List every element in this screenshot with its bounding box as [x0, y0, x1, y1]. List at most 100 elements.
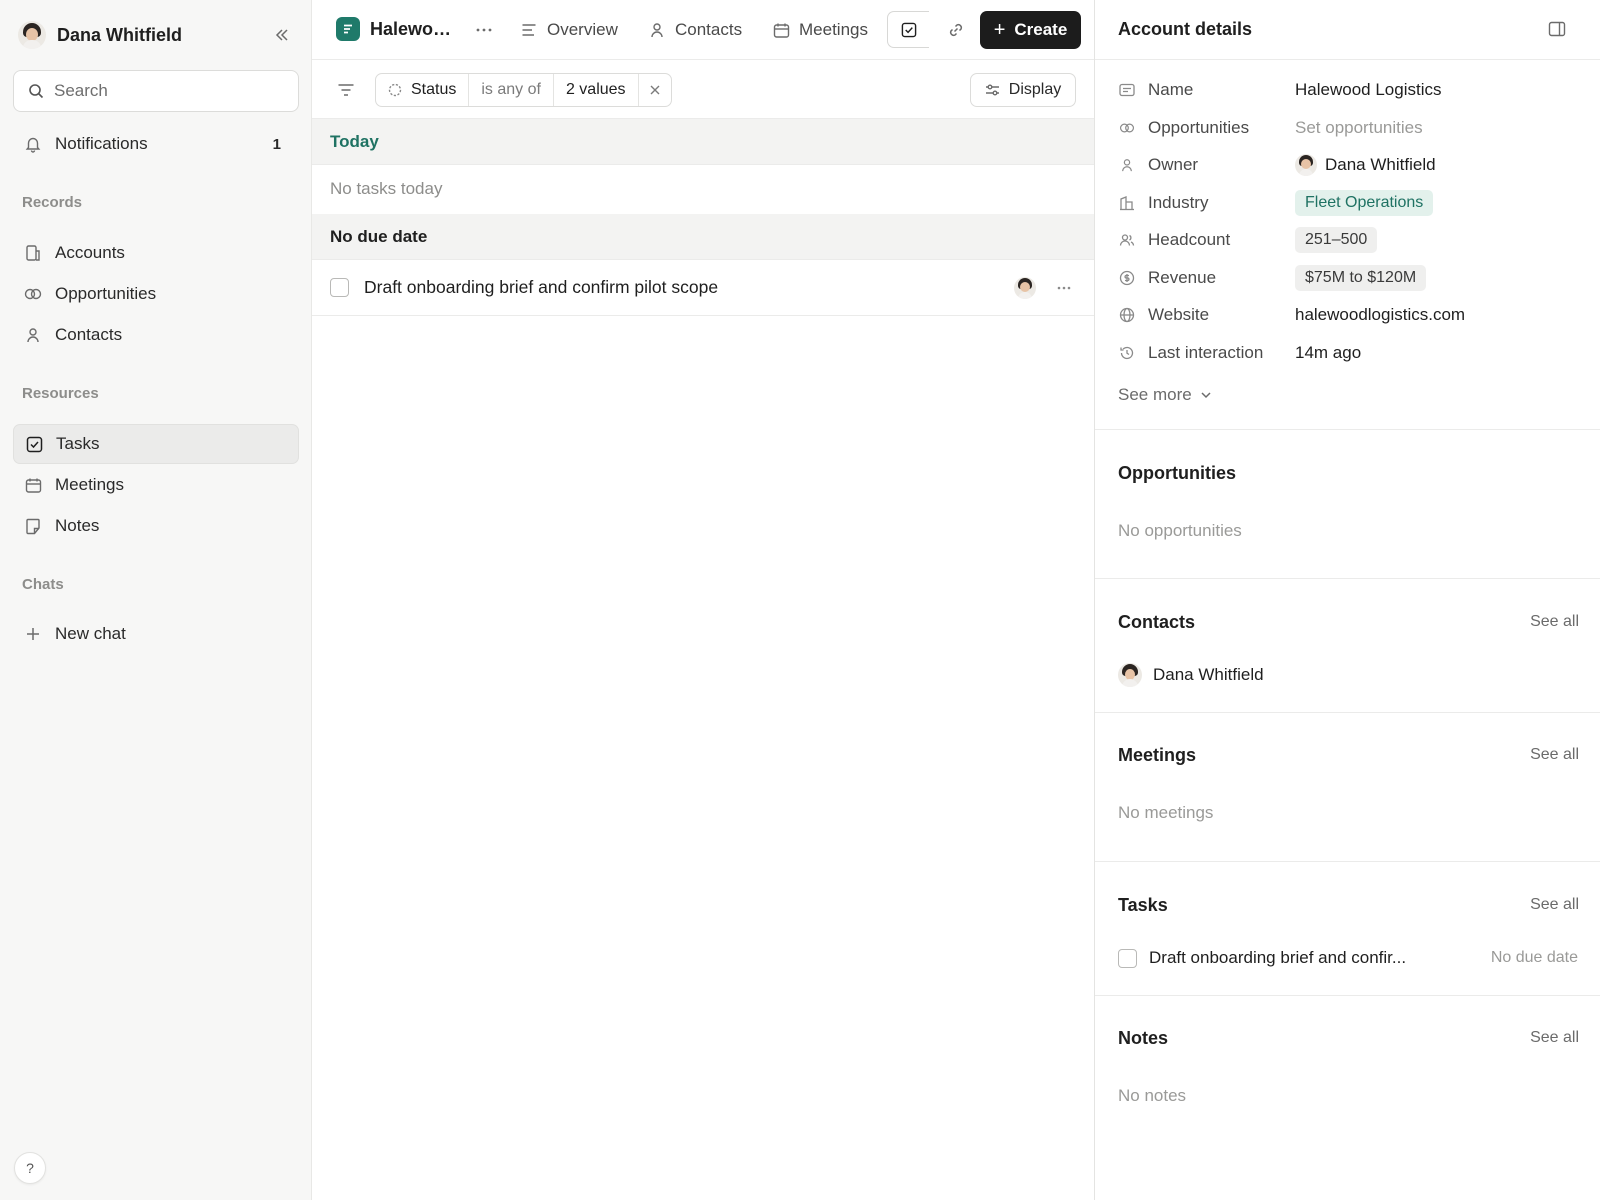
owner-avatar — [1295, 154, 1317, 176]
contact-item[interactable]: Dana Whitfield — [1118, 663, 1264, 687]
tab-tasks[interactable] — [887, 11, 929, 48]
task-checkbox[interactable] — [330, 278, 349, 297]
task-due-date: No due date — [1490, 949, 1578, 966]
group-header-today[interactable]: Today — [312, 119, 1094, 165]
task-checkbox[interactable] — [1118, 948, 1137, 968]
section-opportunities: Opportunities No opportunities — [1095, 429, 1600, 578]
search-field[interactable] — [13, 70, 299, 112]
sidebar-item-tasks[interactable]: Tasks — [13, 424, 299, 464]
chevron-down-icon — [1199, 388, 1213, 402]
link-icon[interactable] — [944, 18, 968, 42]
see-all-notes-link[interactable]: See all — [1530, 1029, 1579, 1047]
create-button[interactable]: + Create — [980, 11, 1081, 49]
sidebar-item-opportunities[interactable]: Opportunities — [13, 274, 299, 314]
plus-icon — [23, 624, 43, 644]
status-dashed-circle-icon — [388, 83, 402, 97]
property-last-interaction[interactable]: Last interaction 14m ago — [1118, 338, 1578, 368]
panel-task-row[interactable]: Draft onboarding brief and confir... No … — [1118, 948, 1578, 968]
property-owner[interactable]: Owner Dana Whitfield — [1118, 150, 1578, 180]
collapse-sidebar-icon[interactable] — [270, 23, 294, 47]
contact-name: Dana Whitfield — [1153, 665, 1264, 684]
property-label: Headcount — [1148, 230, 1231, 249]
user-avatar — [18, 21, 46, 49]
filter-operator[interactable]: is any of — [469, 74, 554, 106]
tab-meetings[interactable]: Meetings — [772, 14, 868, 46]
task-title[interactable]: Draft onboarding brief and confir... — [1149, 948, 1491, 968]
people-icon — [1118, 231, 1136, 249]
property-revenue[interactable]: Revenue $75M to $120M — [1118, 263, 1578, 293]
section-notes: Notes See all No notes — [1095, 995, 1600, 1200]
property-label: Name — [1148, 80, 1194, 99]
sidebar-item-notes[interactable]: Notes — [13, 506, 299, 546]
filter-icon[interactable] — [336, 80, 356, 100]
account-chip[interactable]: Halewoo... — [336, 17, 456, 41]
notification-count-badge: 1 — [272, 135, 281, 153]
sidebar-item-notifications[interactable]: Notifications 1 — [13, 124, 299, 164]
main-content: Halewoo... Overview Contacts Meetings + … — [312, 0, 1094, 1200]
task-row[interactable]: Draft onboarding brief and confirm pilot… — [312, 260, 1094, 316]
website-link[interactable]: halewoodlogistics.com — [1295, 305, 1465, 325]
property-opportunities[interactable]: Opportunities Set opportunities — [1118, 113, 1578, 143]
filter-field-label: Status — [411, 81, 457, 98]
property-website[interactable]: Website halewoodlogistics.com — [1118, 300, 1578, 330]
account-logo-icon — [336, 17, 360, 41]
property-label: Industry — [1148, 193, 1209, 212]
sidebar-item-contacts[interactable]: Contacts — [13, 315, 299, 355]
section-title: Contacts — [1118, 612, 1196, 632]
tab-label: Overview — [547, 20, 618, 39]
account-name: Halewoo... — [370, 18, 456, 39]
more-options-icon[interactable] — [472, 18, 496, 42]
see-more-label: See more — [1118, 385, 1192, 404]
building-icon — [23, 243, 43, 263]
sidebar-item-meetings[interactable]: Meetings — [13, 465, 299, 505]
assignee-avatar[interactable] — [1014, 276, 1036, 299]
checkbox-icon — [901, 22, 917, 38]
section-label-resources: Resources — [22, 385, 99, 402]
section-label-chats: Chats — [22, 576, 64, 593]
task-title[interactable]: Draft onboarding brief and confirm pilot… — [364, 277, 1014, 298]
search-input[interactable] — [54, 81, 274, 101]
help-button[interactable]: ? — [14, 1152, 46, 1184]
section-title: Notes — [1118, 1028, 1169, 1048]
property-label: Opportunities — [1148, 118, 1250, 137]
see-all-tasks-link[interactable]: See all — [1530, 896, 1579, 914]
property-value: 14m ago — [1295, 343, 1362, 362]
section-meetings: Meetings See all No meetings — [1095, 712, 1600, 861]
globe-icon — [1118, 306, 1136, 324]
tab-contacts[interactable]: Contacts — [648, 14, 742, 46]
property-headcount[interactable]: Headcount 251–500 — [1118, 225, 1578, 255]
section-label-records: Records — [22, 194, 83, 211]
revenue-tag: $75M to $120M — [1295, 265, 1427, 291]
calendar-icon — [23, 475, 43, 495]
lines-icon — [520, 21, 538, 39]
see-all-meetings-link[interactable]: See all — [1530, 746, 1579, 764]
property-label: Owner — [1148, 155, 1199, 174]
see-more-button[interactable]: See more — [1118, 385, 1213, 405]
filter-field[interactable]: Status — [376, 74, 470, 106]
empty-state: No notes — [1118, 1086, 1187, 1105]
toggle-panel-icon[interactable] — [1546, 18, 1568, 40]
group-header-no-due-date[interactable]: No due date — [312, 214, 1094, 260]
new-chat-button[interactable]: New chat — [13, 614, 299, 654]
property-label: Revenue — [1148, 268, 1217, 287]
sidebar-item-accounts[interactable]: Accounts — [13, 233, 299, 273]
links-icon — [1118, 119, 1136, 137]
tab-overview[interactable]: Overview — [520, 14, 618, 46]
filter-value[interactable]: 2 values — [554, 74, 639, 106]
empty-state-today: No tasks today — [330, 179, 443, 198]
tab-label: Contacts — [675, 20, 743, 39]
owner-name: Dana Whitfield — [1325, 155, 1436, 174]
remove-filter-button[interactable] — [639, 74, 671, 106]
display-button[interactable]: Display — [970, 73, 1076, 107]
property-label: Website — [1148, 305, 1210, 324]
sidebar-item-label: Tasks — [56, 434, 100, 453]
see-all-contacts-link[interactable]: See all — [1530, 613, 1579, 631]
property-name[interactable]: Name Halewood Logistics — [1118, 75, 1578, 105]
more-options-icon[interactable] — [1052, 276, 1076, 300]
sidebar: Dana Whitfield Notifications 1 Records A… — [0, 0, 312, 1200]
property-industry[interactable]: Industry Fleet Operations — [1118, 188, 1578, 218]
user-switcher[interactable]: Dana Whitfield — [18, 18, 294, 52]
property-value: Fleet Operations — [1295, 190, 1434, 216]
panel-title: Account details — [1118, 19, 1253, 39]
status-filter: Status is any of 2 values — [375, 73, 672, 107]
